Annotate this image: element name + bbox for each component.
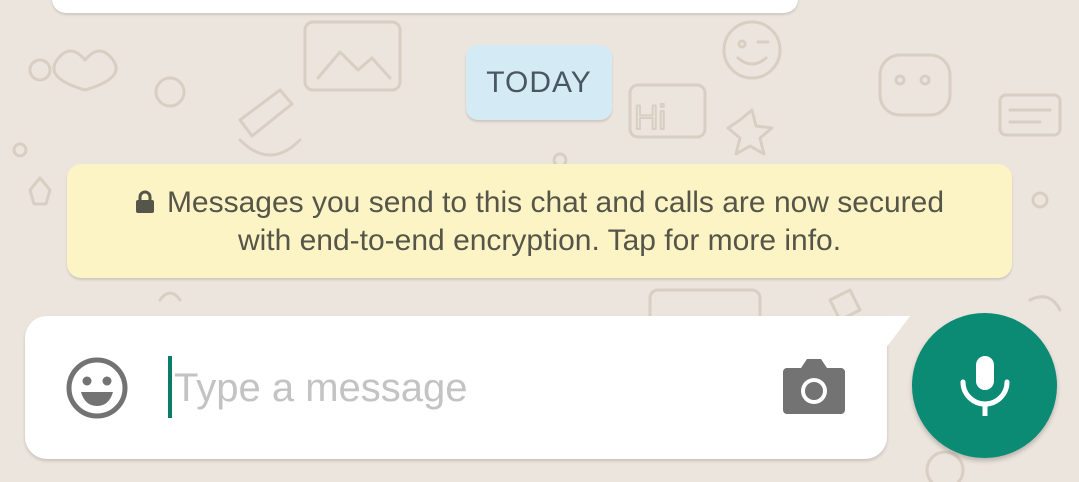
message-input[interactable] (168, 352, 774, 424)
microphone-icon (960, 355, 1009, 416)
camera-icon[interactable] (781, 356, 847, 416)
svg-text:Hi: Hi (634, 99, 666, 137)
date-divider-label: TODAY (486, 65, 592, 99)
message-composer (25, 316, 887, 459)
date-divider: TODAY (466, 45, 612, 120)
encryption-notice[interactable]: Messages you send to this chat and calls… (67, 164, 1012, 278)
encryption-notice-line-1: Messages you send to this chat and calls… (87, 184, 992, 222)
voice-record-button[interactable] (912, 313, 1057, 458)
lock-icon (135, 190, 154, 213)
encryption-notice-line-2: with end-to-end encryption. Tap for more… (87, 222, 992, 260)
text-cursor (168, 356, 172, 418)
previous-message-bubble (52, 0, 798, 13)
composer-bubble-tail (880, 316, 910, 356)
emoji-icon[interactable] (65, 356, 129, 420)
encryption-notice-text-2: with end-to-end encryption. Tap for more… (237, 224, 842, 257)
encryption-notice-text-1: Messages you send to this chat and calls… (166, 186, 945, 219)
